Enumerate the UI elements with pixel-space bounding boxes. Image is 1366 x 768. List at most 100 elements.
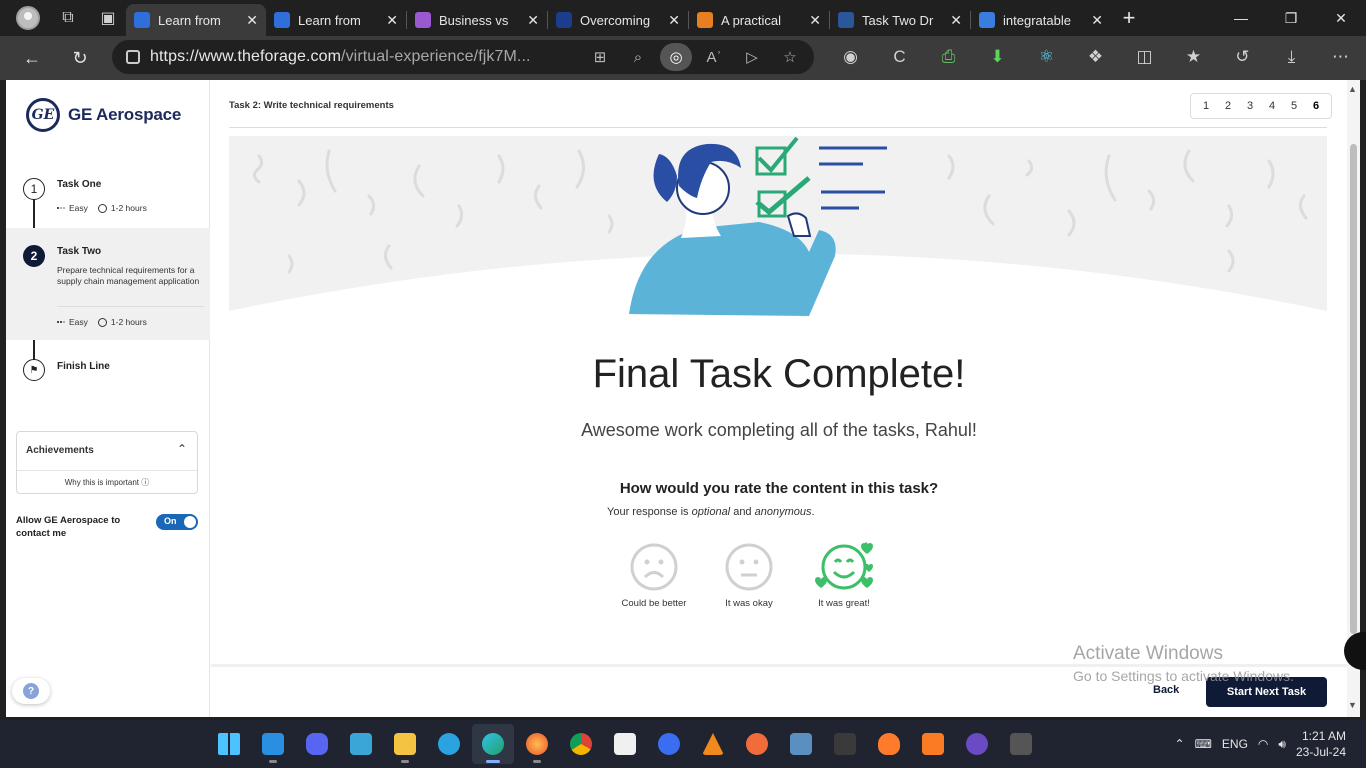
volume-icon[interactable]: 🔊︎ bbox=[1278, 737, 1286, 752]
scroll-down-arrow-icon[interactable]: ▼ bbox=[1348, 700, 1357, 710]
extension-react-icon[interactable]: ⚛ bbox=[1024, 40, 1069, 74]
page-number[interactable]: 5 bbox=[1283, 100, 1305, 112]
wifi-icon[interactable]: ◠ bbox=[1258, 737, 1268, 751]
contact-consent-toggle[interactable]: On bbox=[156, 514, 198, 530]
keyboard-icon[interactable]: ⌨ bbox=[1195, 737, 1212, 751]
chevron-up-icon[interactable]: ⌃ bbox=[177, 442, 187, 456]
clock[interactable]: 1:21 AM 23-Jul-24 bbox=[1296, 728, 1346, 760]
page-number[interactable]: 3 bbox=[1239, 100, 1261, 112]
split-screen-icon[interactable]: ◫ bbox=[1122, 40, 1167, 74]
step-difficulty: Easy bbox=[69, 317, 88, 327]
workspaces-icon[interactable]: ⧉ bbox=[50, 3, 86, 33]
tab-close-icon[interactable]: ✕ bbox=[809, 12, 821, 29]
app-available-icon[interactable]: ⊞ bbox=[584, 43, 616, 71]
page-number[interactable]: 6 bbox=[1305, 100, 1327, 112]
browser-tab[interactable]: integratable ✕ bbox=[971, 4, 1111, 36]
taskbar-app-box[interactable] bbox=[1000, 724, 1042, 764]
step-duration: 1-2 hours bbox=[110, 203, 147, 213]
browser-tab[interactable]: Learn from ✕ bbox=[126, 4, 266, 36]
step-task-two[interactable]: 2 Task Two Prepare technical requirement… bbox=[6, 228, 210, 340]
extension-target-icon[interactable]: ◉ bbox=[828, 40, 873, 74]
taskbar-capcut[interactable] bbox=[604, 724, 646, 764]
tab-actions-icon[interactable]: ▣ bbox=[90, 3, 126, 33]
back-arrow-icon[interactable]: ← bbox=[10, 40, 54, 76]
media-icon[interactable]: ▷ bbox=[736, 43, 768, 71]
profile-avatar[interactable] bbox=[10, 3, 46, 33]
taskbar-chrome[interactable] bbox=[560, 724, 602, 764]
taskbar-forage[interactable] bbox=[824, 724, 866, 764]
tab-close-icon[interactable]: ✕ bbox=[950, 12, 962, 29]
ge-aerospace-logo[interactable]: GE GE Aerospace bbox=[26, 98, 181, 132]
browser-tab[interactable]: Task Two Dr ✕ bbox=[830, 4, 970, 36]
extension-download-icon[interactable]: ⬇ bbox=[975, 40, 1020, 74]
page-number[interactable]: 1 bbox=[1195, 100, 1217, 112]
lock-icon[interactable] bbox=[126, 50, 140, 64]
rating-it-was-great[interactable]: It was great! bbox=[804, 542, 884, 609]
info-icon: ⓘ bbox=[141, 478, 150, 487]
taskbar-discord[interactable] bbox=[296, 724, 338, 764]
taskbar-firefox[interactable] bbox=[516, 724, 558, 764]
taskbar-monitor[interactable] bbox=[340, 724, 382, 764]
taskbar-vlc[interactable] bbox=[692, 724, 734, 764]
extensions-puzzle-icon[interactable]: ❖ bbox=[1073, 40, 1118, 74]
downloads-icon[interactable]: ⤓ bbox=[1269, 40, 1314, 74]
tab-close-icon[interactable]: ✕ bbox=[386, 12, 398, 29]
taskbar-edge[interactable] bbox=[472, 724, 514, 764]
back-button[interactable]: Back bbox=[1153, 684, 1179, 696]
favorite-star-icon[interactable]: ☆ bbox=[774, 43, 806, 71]
close-window-button[interactable]: ✕ bbox=[1316, 10, 1366, 27]
history-icon[interactable]: ↺ bbox=[1220, 40, 1265, 74]
more-menu-icon[interactable]: ⋯ bbox=[1318, 40, 1363, 74]
help-button[interactable]: ? bbox=[12, 678, 50, 704]
rating-could-be-better[interactable]: Could be better bbox=[614, 542, 694, 609]
minimize-button[interactable]: — bbox=[1216, 10, 1266, 27]
browser-tab[interactable]: Business vs ✕ bbox=[407, 4, 547, 36]
taskbar-file-explorer[interactable] bbox=[384, 724, 426, 764]
taskbar-telegram[interactable] bbox=[428, 724, 470, 764]
tab-title: Learn from bbox=[298, 12, 361, 28]
browser-tab[interactable]: Overcoming ✕ bbox=[548, 4, 688, 36]
step-task-one[interactable]: 1 Task One Easy 1-2 hours bbox=[6, 170, 210, 226]
step-finish-line[interactable]: ⚑ Finish Line bbox=[6, 352, 210, 382]
browser-tab[interactable]: Learn from ✕ bbox=[266, 4, 406, 36]
page-scrollbar[interactable]: ▲ ▼ bbox=[1347, 80, 1360, 717]
start-button[interactable] bbox=[208, 724, 250, 764]
tab-close-icon[interactable]: ✕ bbox=[668, 12, 680, 29]
zoom-icon[interactable]: ⌕ bbox=[622, 43, 654, 71]
rating-it-was-okay[interactable]: It was okay bbox=[709, 542, 789, 609]
taskbar-vscode[interactable] bbox=[252, 724, 294, 764]
toggle-knob bbox=[184, 516, 196, 528]
extension-printer-icon[interactable]: ⎙ bbox=[926, 40, 971, 74]
taskbar-xampp[interactable] bbox=[912, 724, 954, 764]
circle-app-icon bbox=[658, 733, 680, 755]
refresh-icon[interactable]: ↻ bbox=[58, 40, 102, 76]
note-anonymous: anonymous bbox=[754, 506, 812, 518]
favorites-icon[interactable]: ★ bbox=[1171, 40, 1216, 74]
browser-tab[interactable]: A practical ✕ bbox=[689, 4, 829, 36]
divider bbox=[17, 470, 197, 471]
taskbar-media-player[interactable] bbox=[956, 724, 998, 764]
extension-c-icon[interactable]: C bbox=[877, 40, 922, 74]
scroll-up-arrow-icon[interactable]: ▲ bbox=[1348, 84, 1357, 94]
tab-title: Task Two Dr bbox=[862, 12, 934, 28]
taskbar-app-circle[interactable] bbox=[648, 724, 690, 764]
taskbar-monitor-graph[interactable] bbox=[780, 724, 822, 764]
taskbar-fire-app[interactable] bbox=[868, 724, 910, 764]
tracking-prevention-icon[interactable]: ◎ bbox=[660, 43, 692, 71]
page-content: GE GE Aerospace 1 Task One Easy 1-2 hour… bbox=[6, 80, 1360, 717]
chevron-up-icon[interactable]: ⌃ bbox=[1175, 737, 1185, 751]
url-field[interactable]: https://www.theforage.com/virtual-experi… bbox=[112, 40, 814, 74]
read-aloud-icon[interactable]: Aʾ bbox=[698, 43, 730, 71]
tab-close-icon[interactable]: ✕ bbox=[1091, 12, 1103, 29]
tab-close-icon[interactable]: ✕ bbox=[527, 12, 539, 29]
page-number[interactable]: 2 bbox=[1217, 100, 1239, 112]
scroll-thumb[interactable] bbox=[1350, 144, 1357, 634]
why-important-link[interactable]: Why this is important ⓘ bbox=[17, 477, 197, 488]
taskbar-postman[interactable] bbox=[736, 724, 778, 764]
language-indicator[interactable]: ENG bbox=[1222, 737, 1248, 751]
restore-button[interactable]: ❐ bbox=[1266, 10, 1316, 27]
tab-close-icon[interactable]: ✕ bbox=[246, 12, 258, 29]
graph-icon bbox=[790, 733, 812, 755]
new-tab-button[interactable]: + bbox=[1111, 5, 1147, 31]
page-number[interactable]: 4 bbox=[1261, 100, 1283, 112]
